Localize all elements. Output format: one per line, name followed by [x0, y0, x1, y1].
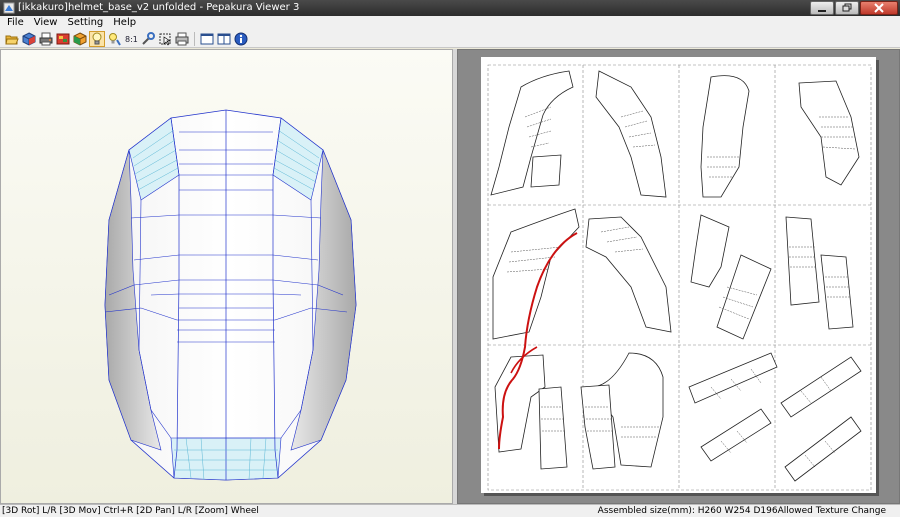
window-split-icon — [217, 33, 231, 44]
print-icon — [39, 32, 53, 45]
3d-view-pane[interactable] — [0, 49, 453, 504]
status-assembled-size: Assembled size(mm): H260 W254 D196Allowe… — [597, 506, 886, 516]
toolbar-separator — [194, 31, 195, 46]
status-controls-hint: [3D Rot] L/R [3D Mov] Ctrl+R [2D Pan] L/… — [2, 506, 259, 516]
menu-help[interactable]: Help — [108, 16, 141, 30]
light-bulb-icon — [92, 32, 102, 44]
lightbulb-settings-icon — [109, 32, 121, 46]
maximize-button[interactable] — [835, 1, 859, 15]
printer-button[interactable] — [174, 31, 190, 47]
tool-button[interactable] — [140, 31, 156, 47]
light-button[interactable] — [89, 30, 105, 47]
box-button[interactable] — [72, 31, 88, 47]
minimize-button[interactable] — [810, 1, 834, 15]
select-icon — [159, 33, 172, 46]
numbered-edges-icon: 8:1 — [125, 35, 138, 44]
app-window: [ikkakuro]helmet_base_v2 unfolded - Pepa… — [0, 0, 900, 517]
app-icon — [3, 2, 15, 14]
window-title: [ikkakuro]helmet_base_v2 unfolded - Pepa… — [18, 2, 300, 13]
box-icon — [73, 31, 87, 46]
paper-sheet[interactable] — [481, 57, 876, 493]
2d-view-pane[interactable] — [457, 49, 900, 504]
svg-text:8:1: 8:1 — [125, 35, 138, 44]
status-bar: [3D Rot] L/R [3D Mov] Ctrl+R [2D Pan] L/… — [0, 504, 900, 517]
info-button[interactable] — [233, 31, 249, 47]
minimize-icon — [818, 10, 826, 12]
3d-cube-icon — [22, 31, 36, 46]
texture-icon — [56, 33, 70, 44]
tool-icon — [142, 31, 155, 45]
edge-id-button[interactable]: 8:1 — [123, 31, 139, 47]
open-icon — [5, 35, 19, 44]
menu-setting[interactable]: Setting — [62, 16, 108, 30]
print-preview-button[interactable] — [38, 31, 54, 47]
3d-view-button[interactable] — [21, 31, 37, 47]
texture-button[interactable] — [55, 31, 71, 47]
title-bar[interactable]: [ikkakuro]helmet_base_v2 unfolded - Pepa… — [0, 0, 900, 16]
light-settings-button[interactable] — [106, 31, 122, 47]
helmet-3d-model[interactable] — [1, 50, 452, 503]
close-button[interactable] — [860, 1, 898, 15]
printer-icon — [175, 32, 189, 45]
select-button[interactable] — [157, 31, 173, 47]
toolbar: 8:1 — [0, 30, 900, 48]
menu-view[interactable]: View — [29, 16, 63, 30]
info-icon — [234, 32, 248, 45]
menu-file[interactable]: File — [2, 16, 29, 30]
unfolded-parts — [487, 64, 872, 491]
close-icon — [874, 3, 884, 13]
restore-icon — [842, 3, 852, 12]
window-single-icon — [200, 33, 214, 44]
open-button[interactable] — [4, 31, 20, 47]
window-controls — [810, 1, 898, 15]
menu-bar: File View Setting Help — [0, 16, 900, 30]
single-window-button[interactable] — [199, 31, 215, 47]
split-window-button[interactable] — [216, 31, 232, 47]
